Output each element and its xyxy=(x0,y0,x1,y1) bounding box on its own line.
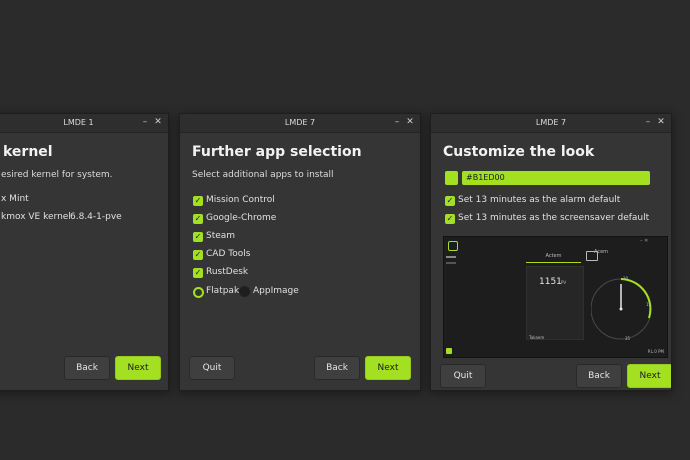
next-button[interactable]: Next xyxy=(627,364,671,388)
back-button[interactable]: Back xyxy=(64,356,110,380)
preview-dial: 10 15 35 xyxy=(591,276,652,341)
dial-center xyxy=(619,307,623,311)
next-button[interactable]: Next xyxy=(365,356,411,380)
page-title: Further app selection xyxy=(192,144,362,160)
installer-window-1: LMDE 1 – ✕ kernel esired kernel for syst… xyxy=(0,113,169,391)
quit-button[interactable]: Quit xyxy=(440,364,486,388)
close-icon[interactable]: ✕ xyxy=(656,114,666,131)
kernel-option-proxmox[interactable]: kmox VE kernel xyxy=(1,212,71,222)
check-icon[interactable]: ✓ xyxy=(193,268,203,278)
radio-flatpak[interactable] xyxy=(193,287,204,298)
kernel-version: 6.8.4-1-pve xyxy=(70,212,122,222)
window-title: LMDE 7 xyxy=(284,118,316,127)
sidebar-item xyxy=(446,262,456,264)
radio-appimage[interactable] xyxy=(239,286,250,297)
minimize-icon[interactable]: – xyxy=(643,114,653,131)
installer-window-3: LMDE 7 – ✕ Customize the look #B1ED00 ✓ … xyxy=(430,113,672,391)
radio-label-appimage[interactable]: AppImage xyxy=(253,286,299,296)
back-button[interactable]: Back xyxy=(576,364,622,388)
app-option-google-chrome[interactable]: Google-Chrome xyxy=(206,213,276,223)
app-option-cad-tools[interactable]: CAD Tools xyxy=(206,249,250,259)
back-button[interactable]: Back xyxy=(314,356,360,380)
titlebar: LMDE 7 xyxy=(431,114,671,133)
close-icon[interactable]: ✕ xyxy=(153,114,163,131)
page-title: kernel xyxy=(3,144,53,160)
check-icon[interactable]: ✓ xyxy=(193,214,203,224)
close-icon[interactable]: ✕ xyxy=(405,114,415,131)
app-option-rustdesk[interactable]: RustDesk xyxy=(206,267,248,277)
radio-label-flatpak[interactable]: Flatpak xyxy=(206,286,239,296)
preview-accent-icon xyxy=(446,348,452,354)
preview-tab-underline xyxy=(526,262,581,263)
minimize-icon[interactable]: – xyxy=(392,114,402,131)
preview-card: 1151 PV Takaem xyxy=(526,266,584,340)
preview-time-suffix: PV xyxy=(561,280,567,285)
theme-preview: Actem Acem – ✕ 1151 PV Takaem 10 15 35 P… xyxy=(443,236,668,358)
setting-alarm-default[interactable]: Set 13 minutes as the alarm default xyxy=(458,195,620,205)
quit-button[interactable]: Quit xyxy=(189,356,235,380)
sidebar-item xyxy=(446,256,456,258)
preview-tab: Actem xyxy=(545,253,562,259)
minimize-icon[interactable]: – xyxy=(140,114,150,131)
window-title: LMDE 1 xyxy=(63,118,94,127)
page-subtitle: esired kernel for system. xyxy=(1,170,113,180)
dial-progress xyxy=(620,278,652,319)
app-option-mission-control[interactable]: Mission Control xyxy=(206,195,275,205)
app-logo-icon xyxy=(448,241,458,251)
dial-label: 15 xyxy=(646,302,652,307)
check-icon[interactable]: ✓ xyxy=(193,250,203,260)
preview-time: 1151 xyxy=(539,277,562,287)
page-subtitle: Select additional apps to install xyxy=(192,170,334,180)
preview-panel-title: Acem xyxy=(594,249,609,255)
color-swatch[interactable] xyxy=(445,171,458,185)
dial-label: 10 xyxy=(623,276,629,281)
preview-footer-label: Takaem xyxy=(529,335,545,340)
preview-window-controls-icon: – ✕ xyxy=(640,238,649,244)
check-icon[interactable]: ✓ xyxy=(193,196,203,206)
window-title: LMDE 7 xyxy=(535,118,567,127)
page-title: Customize the look xyxy=(443,144,595,160)
app-option-steam[interactable]: Steam xyxy=(206,231,235,241)
titlebar: LMDE 7 xyxy=(180,114,420,133)
preview-status: P.L.0 PM xyxy=(647,349,664,354)
next-button[interactable]: Next xyxy=(115,356,161,380)
check-icon[interactable]: ✓ xyxy=(445,214,455,224)
setting-screensaver-default[interactable]: Set 13 minutes as the screensaver defaul… xyxy=(458,213,649,223)
check-icon[interactable]: ✓ xyxy=(193,232,203,242)
check-icon[interactable]: ✓ xyxy=(445,196,455,206)
color-hex-input[interactable]: #B1ED00 xyxy=(462,171,650,185)
dial-label: 35 xyxy=(625,336,631,341)
installer-window-2: LMDE 7 – ✕ Further app selection Select … xyxy=(179,113,421,391)
kernel-option-mint[interactable]: x Mint xyxy=(1,194,29,204)
